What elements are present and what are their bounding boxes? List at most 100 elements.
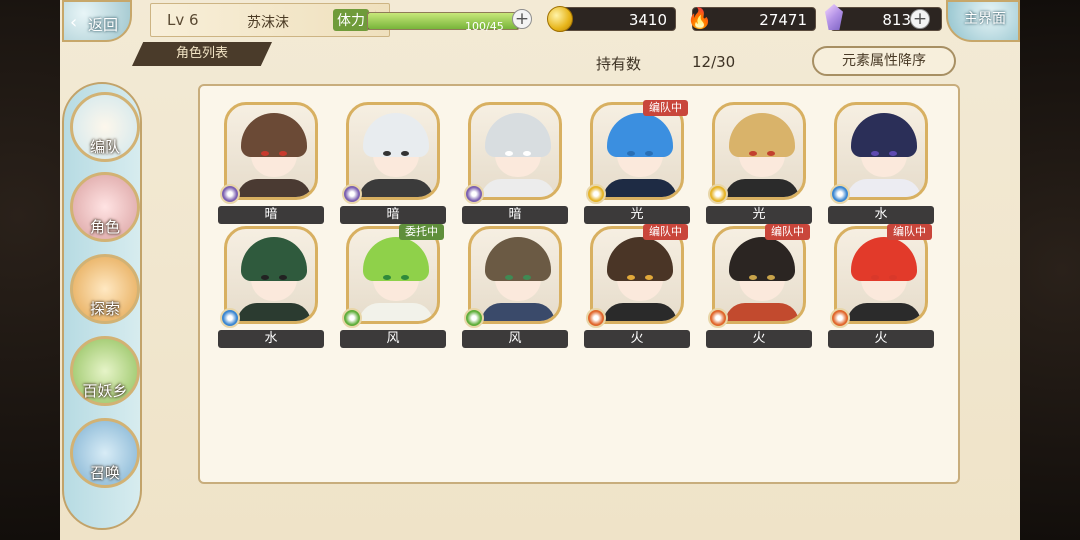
portrait-hair — [485, 237, 551, 281]
top-bar: ‹ 返回 Lv 6 苏沫沫 ✦ 体力 100/45 + 3410 🔥 27471… — [60, 0, 1020, 42]
crystal-icon — [825, 4, 843, 30]
portrait-outfit — [725, 303, 799, 321]
blue-flame-icon: 🔥 — [687, 6, 712, 30]
character-card[interactable]: 编队中火 — [828, 224, 934, 348]
crystal-value: 813 — [882, 11, 911, 29]
element-icon — [586, 184, 606, 204]
character-card[interactable]: 风 — [462, 224, 568, 348]
nav-village-button[interactable]: 百妖乡 — [70, 336, 140, 406]
nav-explore-button[interactable]: 探索 — [70, 254, 140, 324]
character-portrait — [346, 102, 440, 200]
character-card[interactable]: 暗 — [462, 100, 568, 224]
portrait-eye — [889, 151, 897, 156]
portrait-outfit — [359, 303, 433, 321]
element-label: 暗 — [340, 206, 446, 224]
nav-team-label: 编队 — [89, 138, 120, 156]
portrait-eye — [505, 151, 513, 156]
stamina-value: 100/45 — [465, 20, 504, 33]
character-portrait — [712, 102, 806, 200]
portrait-eye — [627, 151, 635, 156]
back-arrow-icon: ‹ — [70, 12, 78, 33]
stamina-label: 体力 — [333, 9, 369, 31]
coin-value: 3410 — [628, 11, 667, 29]
character-card[interactable]: 光 — [706, 100, 812, 224]
status-badge: 编队中 — [643, 224, 688, 240]
portrait-hair — [607, 113, 673, 157]
nav-village-label: 百妖乡 — [82, 382, 128, 400]
home-label: 主界面 — [964, 11, 1006, 27]
portrait-eye — [401, 275, 409, 280]
character-card[interactable]: 水 — [218, 224, 324, 348]
character-card[interactable]: 水 — [828, 100, 934, 224]
portrait-outfit — [481, 303, 555, 321]
portrait-eye — [261, 151, 269, 156]
add-crystal-button[interactable]: + — [910, 9, 930, 29]
character-portrait — [468, 102, 562, 200]
element-label: 暗 — [462, 206, 568, 224]
character-card[interactable]: 编队中火 — [584, 224, 690, 348]
status-badge: 编队中 — [643, 100, 688, 116]
portrait-eye — [505, 275, 513, 280]
element-icon — [708, 308, 728, 328]
portrait-hair — [485, 113, 551, 157]
element-icon — [220, 308, 240, 328]
portrait-eye — [767, 151, 775, 156]
portrait-outfit — [725, 179, 799, 197]
element-icon — [342, 308, 362, 328]
nav-team-button[interactable]: 编队 — [70, 92, 140, 162]
nav-character-label: 角色 — [89, 218, 120, 236]
element-label: 火 — [706, 330, 812, 348]
add-stamina-button[interactable]: + — [512, 9, 532, 29]
element-label: 水 — [218, 330, 324, 348]
portrait-hair — [363, 237, 429, 281]
portrait-outfit — [481, 179, 555, 197]
nav-summon-button[interactable]: 召唤 — [70, 418, 140, 488]
portrait-eye — [279, 151, 287, 156]
owned-count: 12/30 — [692, 53, 736, 71]
soul-fire-counter: 🔥 27471 — [687, 6, 816, 31]
portrait-eye — [401, 151, 409, 156]
portrait-eye — [871, 151, 879, 156]
portrait-eye — [261, 275, 269, 280]
portrait-eye — [889, 275, 897, 280]
character-portrait — [834, 226, 928, 324]
portrait-outfit — [359, 179, 433, 197]
home-button[interactable]: 主界面 — [946, 0, 1020, 42]
portrait-hair — [729, 113, 795, 157]
character-card[interactable]: 委托中风 — [340, 224, 446, 348]
character-card[interactable]: 暗 — [340, 100, 446, 224]
section-title-tab: 角色列表 — [132, 42, 272, 66]
back-button[interactable]: ‹ 返回 — [62, 0, 132, 42]
portrait-outfit — [847, 303, 921, 321]
nav-explore-label: 探索 — [89, 300, 120, 318]
portrait-outfit — [237, 179, 311, 197]
portrait-outfit — [603, 179, 677, 197]
coin-counter: 3410 — [547, 6, 676, 32]
portrait-eye — [767, 275, 775, 280]
element-icon — [464, 308, 484, 328]
portrait-eye — [523, 275, 531, 280]
element-label: 火 — [828, 330, 934, 348]
portrait-hair — [241, 237, 307, 281]
character-card[interactable]: 编队中光 — [584, 100, 690, 224]
nav-character-button[interactable]: 角色 — [70, 172, 140, 242]
character-card[interactable]: 暗 — [218, 100, 324, 224]
portrait-eye — [523, 151, 531, 156]
element-icon — [586, 308, 606, 328]
character-portrait — [224, 102, 318, 200]
element-icon — [220, 184, 240, 204]
portrait-eye — [749, 275, 757, 280]
portrait-eye — [627, 275, 635, 280]
sort-by-element-button[interactable]: 元素属性降序 — [812, 46, 956, 76]
character-card[interactable]: 编队中火 — [706, 224, 812, 348]
portrait-eye — [871, 275, 879, 280]
element-icon — [464, 184, 484, 204]
portrait-eye — [383, 151, 391, 156]
left-backdrop — [0, 0, 60, 540]
element-icon — [830, 184, 850, 204]
character-portrait — [712, 226, 806, 324]
element-icon — [830, 308, 850, 328]
portrait-hair — [729, 237, 795, 281]
portrait-outfit — [603, 303, 677, 321]
character-list-screen: ‹ 返回 Lv 6 苏沫沫 ✦ 体力 100/45 + 3410 🔥 27471… — [60, 0, 1020, 540]
